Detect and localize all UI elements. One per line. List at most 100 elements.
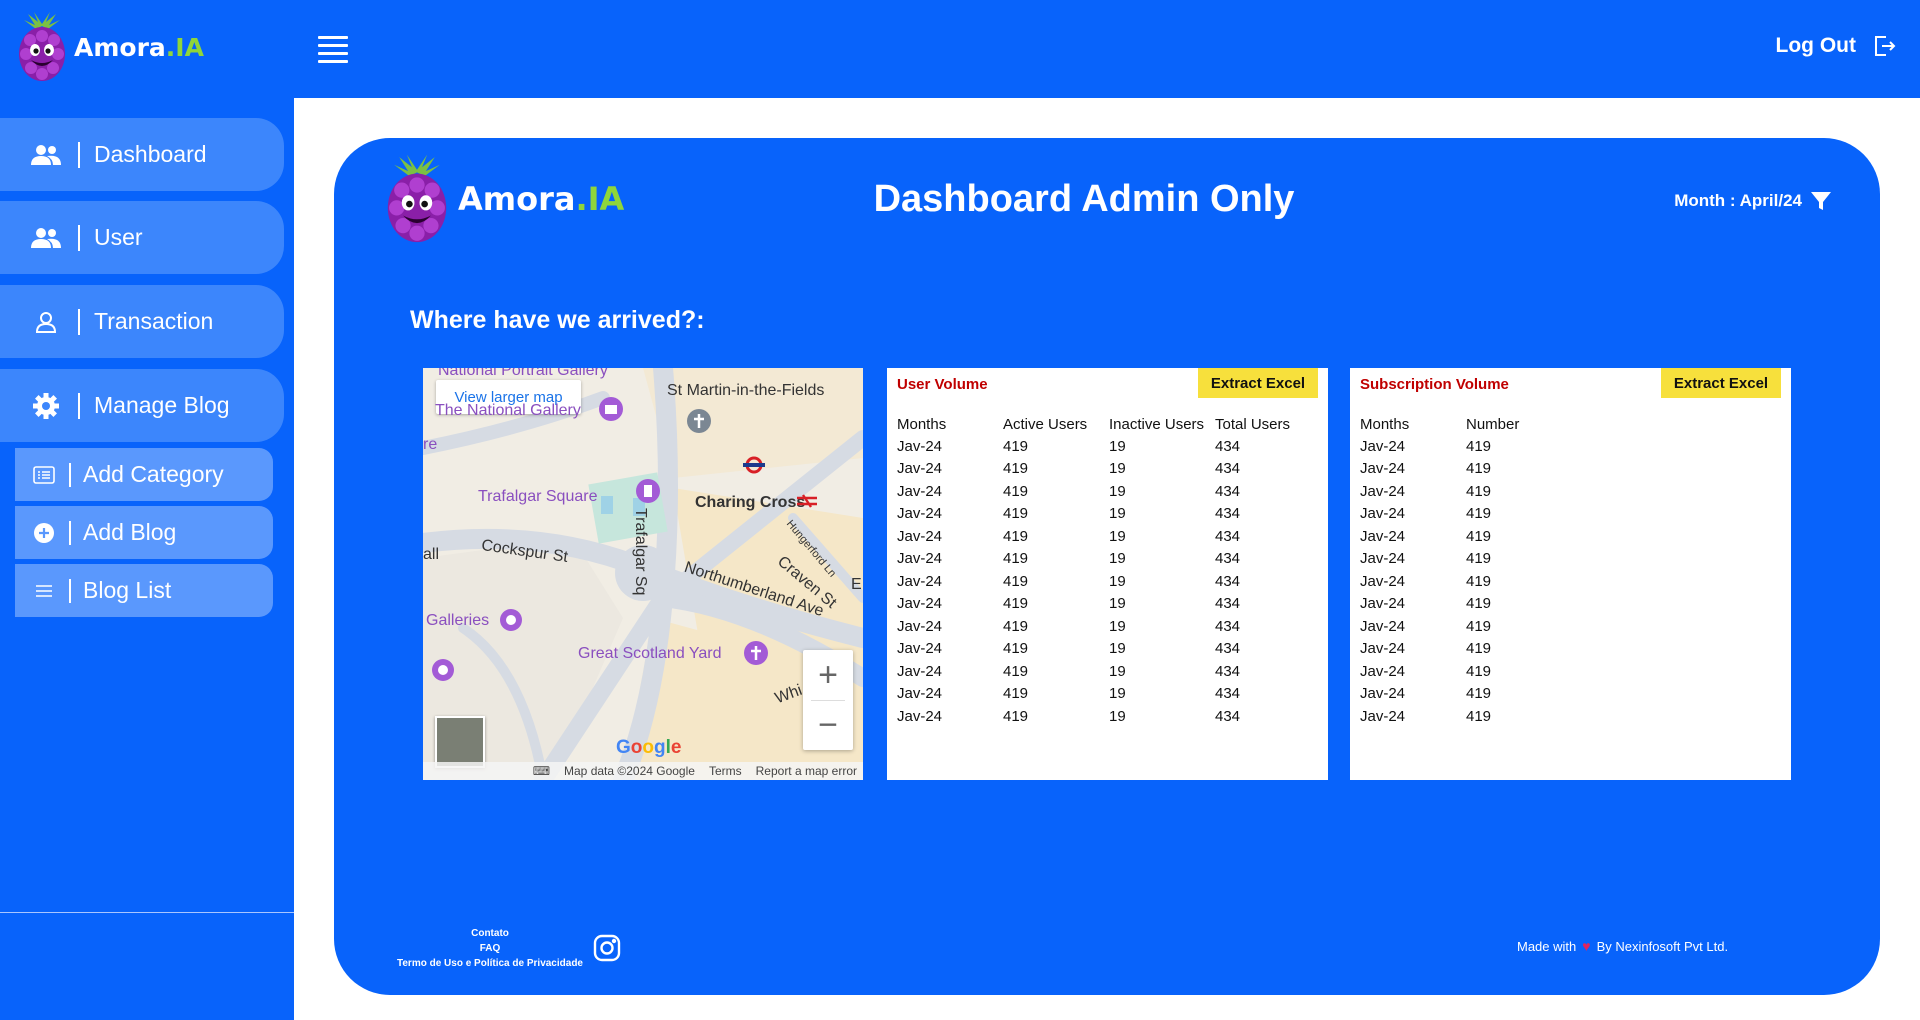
table-cell: 419 (1466, 437, 1492, 455)
table-cell: Jav-24 (897, 527, 943, 545)
table-row: Jav-24 419 (1360, 480, 1572, 503)
list-icon (29, 583, 59, 599)
sidebar-item-label: User (94, 224, 143, 250)
menu-toggle-icon[interactable] (318, 36, 348, 63)
table-cell: Jav-24 (897, 662, 943, 680)
table-cell: 419 (1466, 617, 1492, 635)
table-row: Jav-24 419 19 434 (897, 660, 1315, 683)
raspberry-logo-icon (19, 12, 65, 81)
table-row: Jav-24 419 (1360, 593, 1572, 616)
monument-icon (636, 479, 660, 503)
table-cell: 434 (1215, 685, 1241, 703)
table-cell: 434 (1215, 527, 1241, 545)
map-label: Great Scotland Yard (578, 645, 722, 662)
landmark-icon (744, 641, 768, 665)
footer-link-faq[interactable]: FAQ (394, 941, 586, 956)
table-row: Jav-24 419 19 434 (897, 503, 1315, 526)
table-cell: Jav-24 (1360, 437, 1406, 455)
footer-link-contato[interactable]: Contato (394, 926, 586, 941)
month-filter[interactable]: Month : April/24 (1674, 190, 1832, 212)
column-header: Number (1466, 415, 1520, 433)
table-cell: 434 (1215, 460, 1241, 478)
table-cell: Jav-24 (897, 640, 943, 658)
table-cell: 419 (1466, 527, 1492, 545)
made-with-credit: Made with ♥ By Nexinfosoft Pvt Ltd. (1517, 938, 1728, 954)
users-icon (24, 227, 68, 249)
table-cell: 19 (1109, 595, 1126, 613)
table-row: Jav-24 419 19 434 (897, 435, 1315, 458)
table-cell: 419 (1003, 460, 1029, 478)
table-row: Jav-24 419 (1360, 525, 1572, 548)
sidebar-subitem-blog-list[interactable]: Blog List (15, 564, 273, 617)
location-map[interactable]: View larger map National Portrait Galler… (423, 368, 863, 780)
table-cell: Jav-24 (1360, 617, 1406, 635)
zoom-in-button[interactable]: + (803, 650, 853, 700)
logout-button[interactable]: Log Out (1776, 34, 1896, 58)
table-row: Jav-24 419 (1360, 615, 1572, 638)
sidebar-subitem-add-blog[interactable]: Add Blog (15, 506, 273, 559)
logout-label: Log Out (1775, 34, 1856, 57)
zoom-out-button[interactable]: − (803, 700, 853, 750)
sidebar-subitem-label: Blog List (83, 577, 172, 603)
list-box-icon (29, 465, 59, 484)
table-row: Jav-24 419 19 434 (897, 570, 1315, 593)
table-cell: Jav-24 (897, 482, 943, 500)
extract-excel-button[interactable]: Extract Excel (1661, 368, 1781, 398)
map-label: E (851, 576, 862, 593)
sidebar: Dashboard User Transaction Manage Blog A… (0, 98, 294, 1020)
table-row: Jav-24 419 (1360, 705, 1572, 728)
table-cell: Jav-24 (1360, 460, 1406, 478)
table-row: Jav-24 419 19 434 (897, 705, 1315, 728)
keyboard-icon[interactable]: ⌨ (533, 764, 550, 778)
table-row: Jav-24 419 19 434 (897, 683, 1315, 706)
google-logo: Google (616, 737, 682, 758)
map-terms-link[interactable]: Terms (709, 764, 742, 778)
table-row: Jav-24 419 (1360, 548, 1572, 571)
table-cell: 19 (1109, 662, 1126, 680)
table-cell: 19 (1109, 527, 1126, 545)
map-zoom-controls: + − (803, 650, 853, 750)
table-cell: 419 (1466, 550, 1492, 568)
sidebar-item-user[interactable]: User (0, 201, 284, 274)
table-row: Jav-24 419 (1360, 435, 1572, 458)
table-cell: 19 (1109, 640, 1126, 658)
satellite-toggle[interactable] (435, 716, 485, 768)
table-cell: 419 (1466, 685, 1492, 703)
column-header: Total Users (1215, 415, 1291, 433)
table-row: Jav-24 419 (1360, 660, 1572, 683)
table-cell: 419 (1003, 685, 1029, 703)
table-cell: 19 (1109, 707, 1126, 725)
table-cell: Jav-24 (897, 572, 943, 590)
instagram-icon[interactable] (593, 934, 621, 962)
table-cell: Jav-24 (1360, 640, 1406, 658)
table-cell: 434 (1215, 550, 1241, 568)
map-label: The National Gallery (435, 402, 581, 419)
table-cell: 434 (1215, 595, 1241, 613)
rail-icon (797, 494, 817, 508)
map-label: all (423, 546, 440, 563)
sidebar-item-transaction[interactable]: Transaction (0, 285, 284, 358)
map-attribution: ⌨ Map data ©2024 Google Terms Report a m… (423, 762, 863, 780)
table-cell: Jav-24 (1360, 595, 1406, 613)
table-row: Jav-24 419 (1360, 503, 1572, 526)
map-report-link[interactable]: Report a map error (756, 764, 857, 778)
table-cell: Jav-24 (897, 437, 943, 455)
table-cell: 419 (1003, 640, 1029, 658)
table-row: Jav-24 419 19 434 (897, 548, 1315, 571)
sidebar-item-dashboard[interactable]: Dashboard (0, 118, 284, 191)
extract-excel-button[interactable]: Extract Excel (1198, 368, 1318, 398)
sidebar-item-manage-blog[interactable]: Manage Blog (0, 369, 284, 442)
brand-logo[interactable]: Amora.IA (16, 10, 204, 84)
sidebar-item-label: Transaction (94, 308, 214, 334)
table-cell: 419 (1003, 662, 1029, 680)
sidebar-subitem-add-category[interactable]: Add Category (15, 448, 273, 501)
column-header: Months (1360, 415, 1410, 433)
user-volume-panel: User Volume Extract Excel Months Active … (887, 368, 1328, 780)
sidebar-subitem-label: Add Category (83, 461, 224, 487)
footer-link-terms[interactable]: Termo de Uso e Política de Privacidade (394, 956, 586, 971)
sidebar-divider (0, 912, 294, 913)
table-cell: 419 (1466, 707, 1492, 725)
table-cell: 19 (1109, 617, 1126, 635)
sidebar-subitem-label: Add Blog (83, 519, 177, 545)
card-brand-logo: Amora.IA (384, 150, 624, 248)
